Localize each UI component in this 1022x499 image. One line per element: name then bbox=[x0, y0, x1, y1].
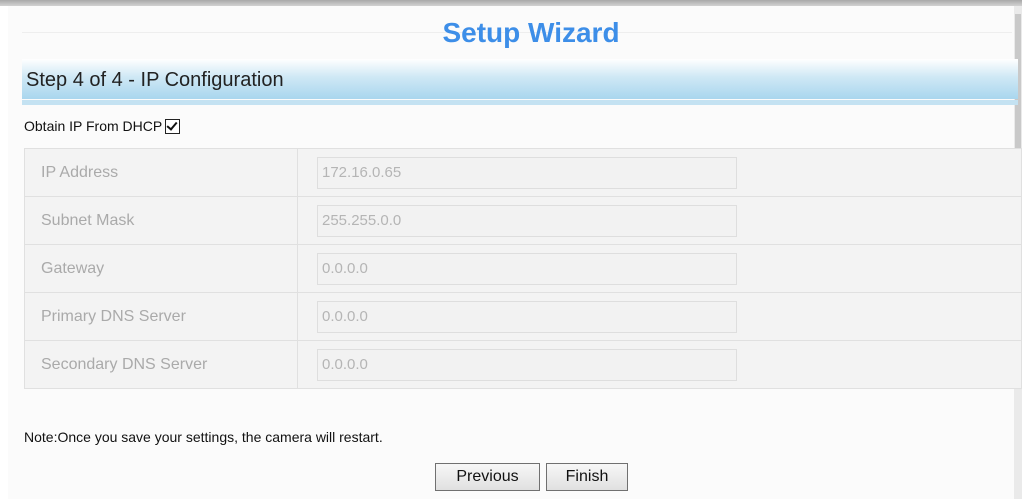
finish-button[interactable]: Finish bbox=[546, 463, 628, 491]
dhcp-label: Obtain IP From DHCP bbox=[24, 118, 163, 134]
table-row: Primary DNS Server 0.0.0.0 bbox=[24, 292, 1022, 341]
restart-note: Note:Once you save your settings, the ca… bbox=[24, 429, 383, 445]
subnet-mask-input[interactable]: 255.255.0.0 bbox=[317, 204, 737, 237]
page-title: Setup Wizard bbox=[442, 17, 620, 48]
step-header: Step 4 of 4 - IP Configuration bbox=[22, 59, 1018, 99]
ip-address-label: IP Address bbox=[24, 148, 298, 197]
primary-dns-label: Primary DNS Server bbox=[24, 292, 298, 341]
primary-dns-cell: 0.0.0.0 bbox=[297, 292, 1022, 341]
gateway-cell: 0.0.0.0 bbox=[297, 244, 1022, 293]
wizard-buttons: Previous Finish bbox=[435, 463, 628, 491]
ip-address-input[interactable]: 172.16.0.65 bbox=[317, 156, 737, 189]
secondary-dns-input[interactable]: 0.0.0.0 bbox=[317, 348, 737, 381]
secondary-dns-cell: 0.0.0.0 bbox=[297, 340, 1022, 389]
checkmark-icon bbox=[166, 118, 178, 131]
step-title: Step 4 of 4 - IP Configuration bbox=[26, 69, 284, 91]
setup-wizard-panel: Setup Wizard Step 4 of 4 - IP Configurat… bbox=[8, 6, 1022, 499]
table-row: IP Address 172.16.0.65 bbox=[24, 148, 1022, 197]
dhcp-checkbox[interactable] bbox=[165, 118, 181, 134]
table-row: Secondary DNS Server 0.0.0.0 bbox=[24, 340, 1022, 389]
subnet-mask-label: Subnet Mask bbox=[24, 196, 298, 245]
gateway-input[interactable]: 0.0.0.0 bbox=[317, 252, 737, 285]
subnet-mask-cell: 255.255.0.0 bbox=[297, 196, 1022, 245]
table-row: Gateway 0.0.0.0 bbox=[24, 244, 1022, 293]
primary-dns-input[interactable]: 0.0.0.0 bbox=[317, 300, 737, 333]
gateway-label: Gateway bbox=[24, 244, 298, 293]
dhcp-row: Obtain IP From DHCP bbox=[24, 116, 181, 136]
table-row: Subnet Mask 255.255.0.0 bbox=[24, 196, 1022, 245]
previous-button[interactable]: Previous bbox=[435, 463, 540, 491]
ip-address-cell: 172.16.0.65 bbox=[297, 148, 1022, 197]
secondary-dns-label: Secondary DNS Server bbox=[24, 340, 298, 389]
step-underline bbox=[22, 100, 1018, 105]
ip-config-table: IP Address 172.16.0.65 Subnet Mask 255.2… bbox=[24, 148, 1022, 389]
